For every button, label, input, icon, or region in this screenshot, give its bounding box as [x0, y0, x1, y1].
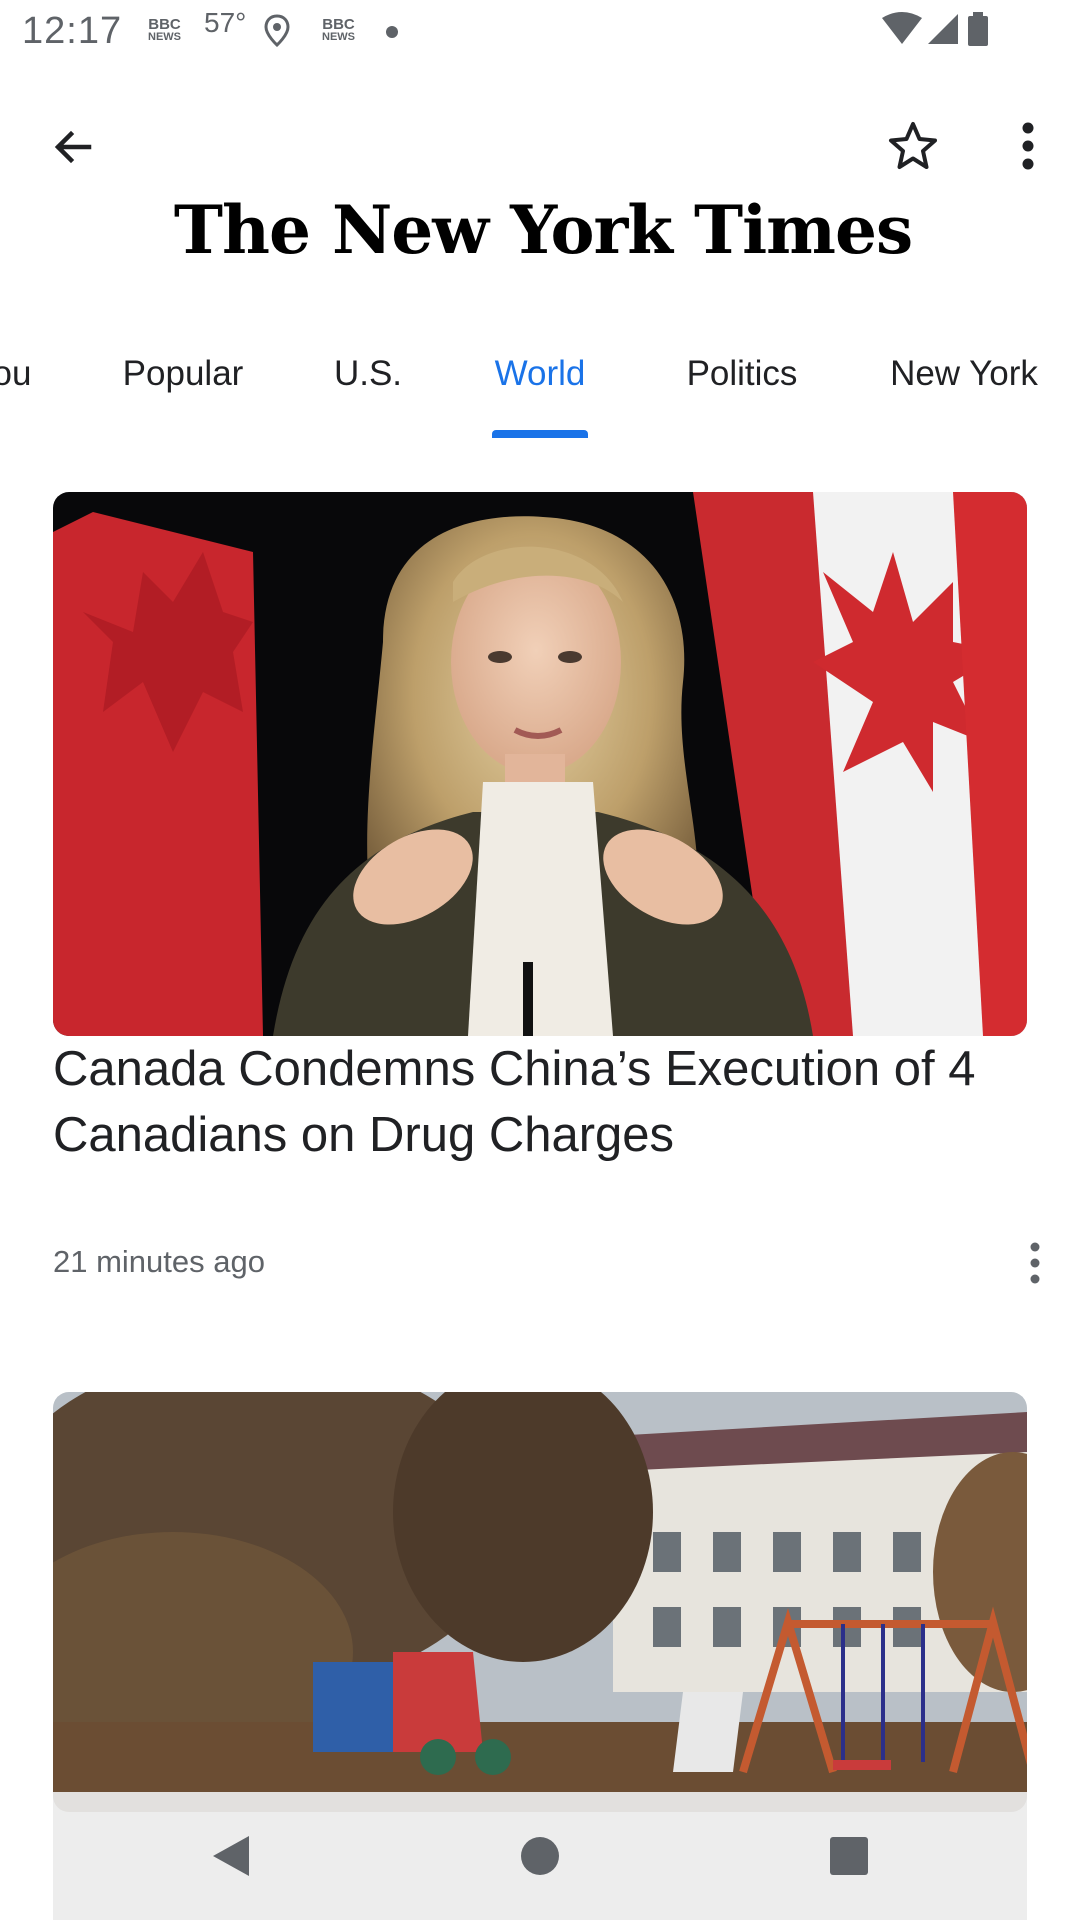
- tab-world[interactable]: World: [486, 312, 594, 436]
- recents-square-icon: [830, 1837, 868, 1875]
- battery-icon: [968, 12, 988, 46]
- article-meta-row: 21 minutes ago: [53, 1200, 1080, 1324]
- article-photo-2: [53, 1392, 1027, 1812]
- nav-recents-button[interactable]: [819, 1826, 879, 1886]
- bbc-news-icon-2: BBC NEWS: [322, 16, 355, 44]
- nav-back-button[interactable]: [201, 1826, 261, 1886]
- tab-new-york[interactable]: New York: [848, 312, 1080, 436]
- star-outline-icon: [889, 122, 937, 169]
- article-headline[interactable]: Canada Condemns China’s Execution of 4 C…: [53, 1036, 1013, 1168]
- section-tabs: ou Popular U.S. World Politics New York: [0, 312, 1080, 438]
- bbc-news-badge-line2-b: NEWS: [322, 31, 355, 43]
- tab-popular[interactable]: Popular: [74, 312, 292, 436]
- more-vertical-icon: [1030, 1242, 1039, 1284]
- article-photo: [53, 492, 1027, 1036]
- status-time: 12:17: [22, 10, 123, 52]
- bbc-news-icon: BBC NEWS: [148, 16, 181, 44]
- status-bar: 12:17 BBC NEWS 57° BBC NEWS: [0, 0, 1080, 62]
- tab-for-you[interactable]: ou: [0, 312, 38, 436]
- more-vertical-icon: [1022, 122, 1034, 170]
- tab-us[interactable]: U.S.: [292, 312, 444, 436]
- article-image-2[interactable]: [53, 1392, 1027, 1812]
- more-options-button[interactable]: [976, 84, 1080, 208]
- publication-masthead[interactable]: The New York Times: [174, 191, 913, 269]
- system-navigation-bar: [53, 1792, 1027, 1920]
- back-triangle-icon: [213, 1836, 249, 1876]
- article-more-button[interactable]: [989, 1216, 1080, 1310]
- screen: 12:17 BBC NEWS 57° BBC NEWS The New York…: [0, 0, 1080, 1920]
- back-button[interactable]: [0, 74, 146, 220]
- article-card[interactable]: Canada Condemns China’s Execution of 4 C…: [0, 492, 1080, 1326]
- article-card-2[interactable]: [0, 1392, 1080, 1812]
- nav-home-button[interactable]: [510, 1826, 570, 1886]
- selected-tab-indicator: [492, 430, 588, 438]
- bbc-news-badge-line2: NEWS: [148, 31, 181, 43]
- wifi-icon: [882, 12, 922, 44]
- system-icons: [880, 12, 1010, 53]
- bbc-news-badge-line1: BBC: [148, 16, 181, 33]
- temperature-icon: 57°: [204, 7, 247, 38]
- tab-politics[interactable]: Politics: [636, 312, 848, 436]
- article-timestamp: 21 minutes ago: [53, 1244, 265, 1279]
- star-button[interactable]: [850, 84, 976, 208]
- bbc-news-badge-line1-b: BBC: [322, 16, 355, 33]
- article-image[interactable]: [53, 492, 1027, 1036]
- dot-icon: [386, 26, 398, 38]
- arrow-left-icon: [54, 130, 92, 164]
- location-pin-icon: [264, 14, 290, 50]
- home-circle-icon: [521, 1837, 559, 1875]
- signal-icon: [928, 14, 958, 44]
